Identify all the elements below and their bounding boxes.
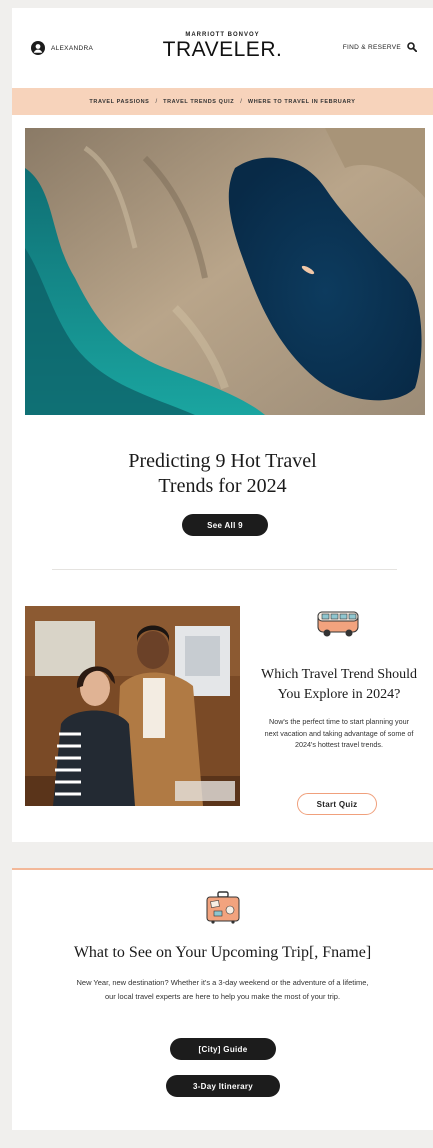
search-icon: [407, 42, 417, 52]
trip-title: What to See on Your Upcoming Trip[, Fnam…: [73, 944, 372, 961]
city-guide-button[interactable]: [City] Guide: [170, 1038, 276, 1060]
hero-title: Predicting 9 Hot Travel Trends for 2024: [12, 449, 433, 499]
trip-body-text: New Year, new destination? Whether it's …: [76, 978, 369, 1001]
breadcrumb-separator: /: [155, 98, 158, 105]
section-accent-line: [12, 868, 433, 870]
see-all-button[interactable]: See All 9: [182, 514, 268, 536]
quiz-photo-art: [25, 606, 240, 806]
van-icon: [317, 611, 359, 637]
breadcrumb-link-travel-passions[interactable]: TRAVEL PASSIONS: [89, 99, 149, 105]
breadcrumb: TRAVEL PASSIONS / TRAVEL TRENDS QUIZ / W…: [12, 88, 433, 115]
breadcrumb-link-where-to-travel[interactable]: WHERE TO TRAVEL IN FEBRUARY: [248, 99, 356, 105]
section-band: [12, 842, 433, 870]
quiz-title: Which Travel Trend Should You Explore in…: [246, 665, 432, 705]
breadcrumb-separator: /: [240, 98, 242, 105]
section-divider: [52, 569, 397, 570]
hero-image-art: [25, 128, 425, 415]
quiz-photo[interactable]: [25, 606, 240, 806]
quiz-body-text: Now's the perfect time to start planning…: [264, 717, 414, 749]
quiz-title-line-1: Which Travel Trend Should: [261, 667, 417, 682]
header: ALEXANDRA MARRIOTT BONVOY TRAVELER. FIND…: [12, 8, 433, 88]
email-page: ALEXANDRA MARRIOTT BONVOY TRAVELER. FIND…: [12, 8, 433, 1148]
footer-band: [12, 1130, 433, 1148]
breadcrumb-link-travel-trends-quiz[interactable]: TRAVEL TRENDS QUIZ: [163, 99, 234, 105]
find-reserve-label: FIND & RESERVE: [342, 43, 401, 51]
hero-title-line-1: Predicting 9 Hot Travel: [128, 450, 317, 472]
hero-title-line-2: Trends for 2024: [158, 475, 287, 497]
suitcase-icon: [206, 891, 240, 924]
hero-image[interactable]: [25, 128, 425, 415]
quiz-title-line-2: You Explore in 2024?: [277, 687, 401, 702]
three-day-itinerary-button[interactable]: 3-Day Itinerary: [166, 1075, 280, 1097]
find-reserve-link[interactable]: FIND & RESERVE: [343, 42, 417, 52]
start-quiz-button[interactable]: Start Quiz: [297, 793, 377, 815]
